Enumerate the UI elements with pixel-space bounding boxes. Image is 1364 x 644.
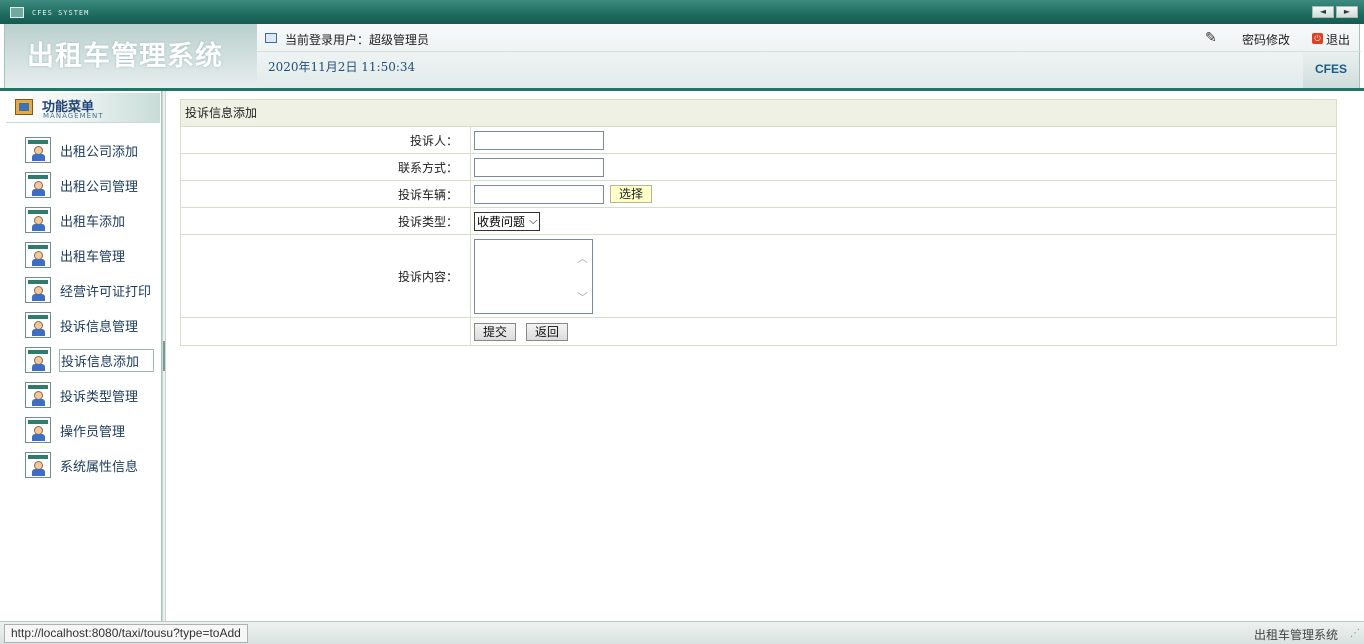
submit-button[interactable]: 提交 [474, 322, 517, 341]
status-app-name: 出租车管理系统 [1253, 628, 1338, 642]
sidebar-item[interactable]: 投诉信息管理 [25, 310, 139, 340]
app-logo-title: 出租车管理系统 [27, 41, 223, 72]
menu-header: 功能菜单 MANAGEMENT [6, 93, 160, 123]
scroll-up-icon[interactable]: ︿ [577, 250, 588, 266]
sidebar-item-label[interactable]: 操作员管理 [59, 420, 126, 441]
user-card-icon [25, 452, 51, 478]
sidebar-item-label[interactable]: 出租公司管理 [59, 175, 139, 196]
complaint-type-value: 收费问题 [477, 214, 526, 229]
form-row-contact: 联系方式： [181, 154, 1336, 181]
sidebar-item[interactable]: 投诉信息添加 [25, 345, 155, 375]
splitter-grip[interactable] [163, 341, 165, 371]
form-row-content: 投诉内容： ︿ ﹀ [181, 235, 1336, 318]
user-card-icon [25, 207, 51, 233]
sidebar-item[interactable]: 出租车添加 [25, 205, 126, 235]
user-card-icon [25, 347, 51, 373]
edit-pencil-icon[interactable]: ✎ [1205, 30, 1217, 46]
form-row-vehicle: 投诉车辆： 选择 [181, 181, 1336, 208]
sidebar-item-label[interactable]: 投诉信息管理 [59, 315, 139, 336]
sidebar-item-label[interactable]: 出租公司添加 [59, 140, 139, 161]
form-row-actions: 提交 返回 [181, 318, 1336, 345]
complaint-form: 投诉信息添加 投诉人： 联系方式： 投诉车辆： 选择 投诉类型： 收费问题 ⌵ [180, 99, 1337, 346]
sidebar-item-label[interactable]: 系统属性信息 [59, 455, 139, 476]
sidebar-item[interactable]: 经营许可证打印 [25, 275, 152, 305]
link-url-tooltip: http://localhost:8080/taxi/tousu?type=to… [4, 624, 248, 643]
user-card-icon [25, 382, 51, 408]
complaint-content-textarea[interactable]: ︿ ﹀ [474, 238, 593, 314]
sidebar-item-label[interactable]: 投诉信息添加 [59, 348, 155, 372]
current-datetime: 2020年11月2日 11:50:34 [268, 60, 416, 74]
form-title: 投诉信息添加 [181, 100, 1336, 127]
sidebar-item[interactable]: 出租公司管理 [25, 170, 139, 200]
user-card-icon [25, 312, 51, 338]
menu-subtitle: MANAGEMENT [43, 112, 104, 120]
monitor-icon [10, 7, 24, 18]
sidebar-item-label[interactable]: 经营许可证打印 [59, 280, 152, 301]
header-user-row: 当前登录用户：超级管理员 ✎ 密码修改 ⏻ 退出 [257, 24, 1361, 52]
form-row-type: 投诉类型： 收费问题 ⌵ [181, 208, 1336, 235]
sidebar-item[interactable]: 出租车管理 [25, 240, 126, 270]
contact-input[interactable] [474, 157, 604, 177]
sidebar-item[interactable]: 投诉类型管理 [25, 380, 139, 410]
brand-badge: CFES [1303, 52, 1359, 90]
content-label: 投诉内容： [181, 235, 471, 317]
system-name: CFES SYSTEM [32, 9, 90, 17]
vehicle-input[interactable] [474, 184, 604, 204]
form-row-complainant: 投诉人： [181, 127, 1336, 154]
menu-board-icon [15, 99, 33, 115]
chevron-down-icon: ⌵ [529, 214, 538, 227]
complaint-type-select[interactable]: 收费问题 ⌵ [474, 211, 541, 231]
main-content: 投诉信息添加 投诉人： 联系方式： 投诉车辆： 选择 投诉类型： 收费问题 ⌵ [166, 91, 1360, 621]
sidebar-item[interactable]: 操作员管理 [25, 415, 126, 445]
user-card-icon [25, 417, 51, 443]
scroll-down-icon[interactable]: ﹀ [577, 289, 588, 305]
power-icon[interactable]: ⏻ [1312, 33, 1323, 44]
user-window-icon [265, 33, 277, 43]
back-button[interactable]: 返回 [526, 322, 569, 341]
complainant-input[interactable] [474, 130, 604, 150]
resize-grip-icon[interactable]: ⋰ [1350, 628, 1360, 639]
status-bar: http://localhost:8080/taxi/tousu?type=to… [0, 621, 1364, 644]
window-title-bar: CFES SYSTEM ◄ ► [0, 0, 1364, 24]
type-label: 投诉类型： [181, 208, 471, 234]
user-card-icon [25, 137, 51, 163]
complainant-label: 投诉人： [181, 127, 471, 153]
actions-spacer [181, 318, 471, 345]
sidebar-item[interactable]: 出租公司添加 [25, 135, 139, 165]
nav-buttons: ◄ ► [1312, 6, 1358, 18]
user-card-icon [25, 172, 51, 198]
sidebar-item-label[interactable]: 出租车管理 [59, 245, 126, 266]
user-card-icon [25, 277, 51, 303]
current-user-label: 当前登录用户：超级管理员 [285, 33, 430, 47]
sidebar-item[interactable]: 系统属性信息 [25, 450, 139, 480]
logo-panel: 出租车管理系统 [5, 24, 257, 90]
sidebar-item-label[interactable]: 投诉类型管理 [59, 385, 139, 406]
logout-link[interactable]: 退出 [1326, 31, 1350, 48]
choose-vehicle-button[interactable]: 选择 [610, 185, 653, 203]
contact-label: 联系方式： [181, 154, 471, 180]
sidebar: 功能菜单 MANAGEMENT 出租公司添加 出租公司管理 出租车添加出租车管理经营… [4, 91, 162, 621]
vehicle-label: 投诉车辆： [181, 181, 471, 207]
change-password-link[interactable]: 密码修改 [1242, 31, 1290, 48]
next-button[interactable]: ► [1336, 6, 1358, 18]
user-card-icon [25, 242, 51, 268]
sidebar-item-label[interactable]: 出租车添加 [59, 210, 126, 231]
prev-button[interactable]: ◄ [1312, 6, 1334, 18]
app-header: 出租车管理系统 当前登录用户：超级管理员 ✎ 密码修改 ⏻ 退出 2020年11… [4, 24, 1361, 90]
